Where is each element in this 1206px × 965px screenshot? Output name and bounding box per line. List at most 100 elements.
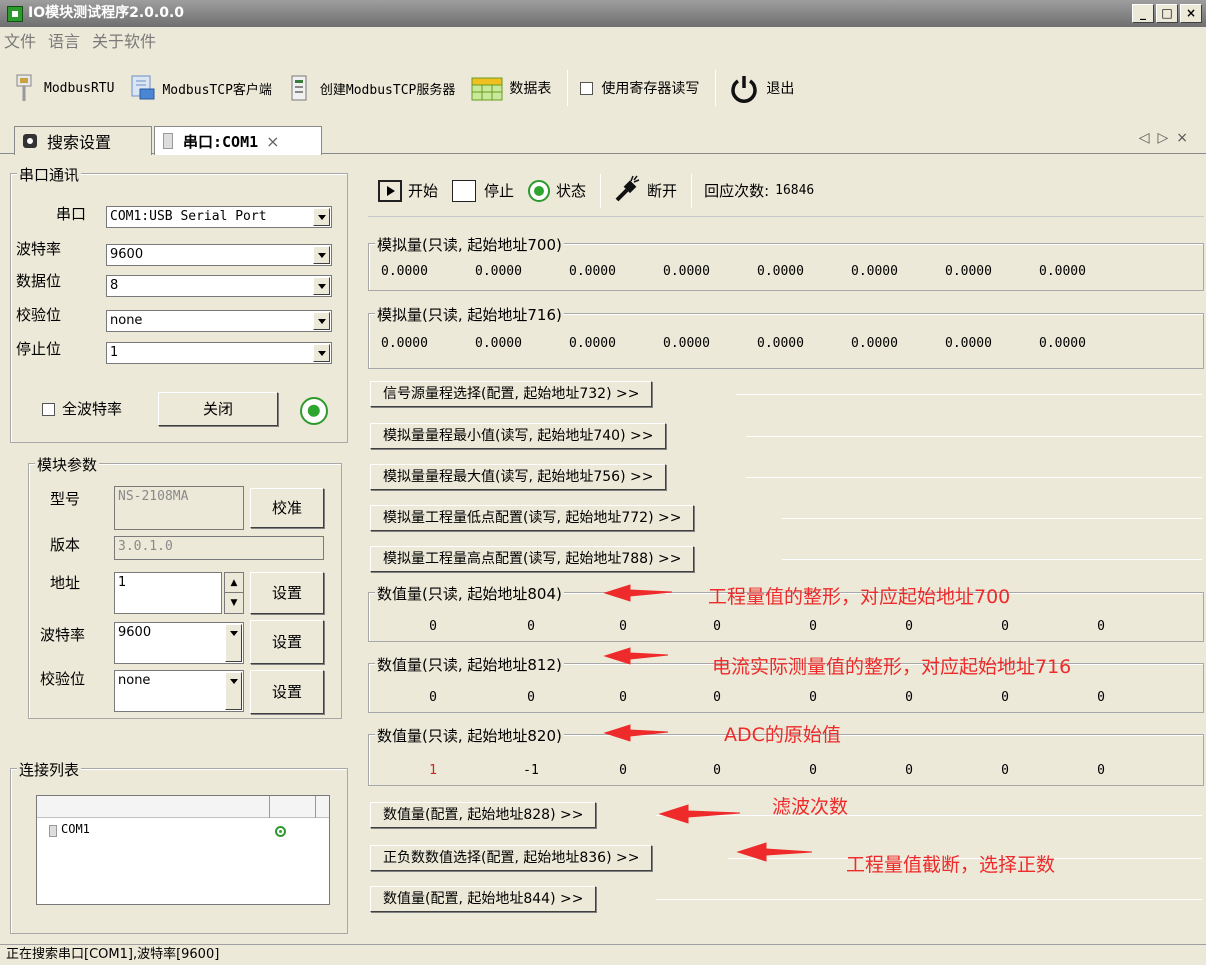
expander-eng-low[interactable]: 模拟量工程量低点配置(读写, 起始地址772) >> [370,505,695,531]
title-bar: IO模块测试程序2.0.0.0 _ □ × [0,0,1206,27]
expander-divider [656,815,1202,816]
menu-file[interactable]: 文件 [4,28,36,52]
close-port-button[interactable]: 关闭 [158,392,278,426]
stop-bits-select[interactable]: 1 [106,342,332,364]
play-icon [378,179,402,202]
menu-language[interactable]: 语言 [48,28,80,52]
list-item[interactable]: COM1 [37,818,329,842]
set-parity-button[interactable]: 设置 [250,670,324,714]
power-icon [728,73,760,103]
toolbar-separator [691,173,693,208]
module-baud-label: 波特率 [40,626,86,644]
set-baud-button[interactable]: 设置 [250,620,324,664]
status-radio-icon [528,179,551,202]
close-tab-icon[interactable]: × [266,132,279,151]
exit-button[interactable]: 退出 [728,73,794,103]
expander-divider [746,477,1202,478]
chevron-down-icon[interactable]: ▼ [225,593,243,613]
disconnect-button[interactable]: 断开 [613,174,677,208]
annotation-filter-count: 滤波次数 [772,796,849,818]
port-select[interactable]: COM1:USB Serial Port [106,206,332,228]
connected-status-icon [275,826,286,837]
module-parity-label: 校验位 [40,670,86,688]
menu-about[interactable]: 关于软件 [92,28,156,52]
chevron-down-icon [313,344,330,362]
serial-plug-icon [12,73,38,103]
toolbar: ModbusRTU ModbusTCP客户端 创建ModbusTCP服务器 数据… [0,56,1206,120]
address-input[interactable]: 1 [114,572,222,614]
chevron-down-icon [225,624,242,662]
model-label: 型号 [50,490,81,508]
window-title: IO模块测试程序2.0.0.0 [28,5,185,21]
baud-select[interactable]: 9600 [106,244,332,266]
stop-button[interactable]: 停止 [452,179,514,202]
tab-serial-com1[interactable]: 串口:COM1 × [154,126,322,155]
version-field: 3.0.1.0 [114,536,324,560]
serial-plug-icon [163,133,173,149]
maximize-button[interactable]: □ [1156,4,1178,23]
analog-values-716: 0.0000 0.0000 0.0000 0.0000 0.0000 0.0000 0.00… [381,336,1086,351]
control-bar: 开始 停止 状态 断开 回应次数: 16846 [368,165,1204,217]
version-label: 版本 [50,536,81,554]
table-grid-icon [471,73,503,103]
modbus-rtu-button[interactable]: ModbusRTU [12,73,114,103]
annotation-adc-raw: ADC的原始值 [724,724,841,746]
column-divider [269,796,270,818]
expander-divider [782,559,1202,560]
annotation-eng-int: 工程量值的整形，对应起始地址700 [708,586,1011,608]
chevron-down-icon [313,312,330,330]
parity-select[interactable]: none [106,310,332,332]
close-window-button[interactable]: × [1180,4,1202,23]
expander-range-min[interactable]: 模拟量量程最小值(读写, 起始地址740) >> [370,423,667,449]
address-label: 地址 [50,574,81,592]
address-stepper[interactable]: ▲ ▼ [224,572,244,614]
analog-group-716: 模拟量(只读, 起始地址716) 0.0000 0.0000 0.0000 0.000… [368,304,1204,369]
expander-eng-high[interactable]: 模拟量工程量高点配置(读写, 起始地址788) >> [370,546,695,572]
tab-nav-arrows[interactable]: ◁▷× [1139,130,1196,146]
data-bits-select[interactable]: 8 [106,275,332,297]
stop-bits-label: 停止位 [16,340,62,358]
response-count: 回应次数: 16846 [704,182,815,200]
data-table-button[interactable]: 数据表 [471,73,551,103]
all-baud-label: 全波特率 [62,400,123,418]
connection-list[interactable]: COM1 [36,795,330,905]
expander-range-max[interactable]: 模拟量量程最大值(读写, 起始地址756) >> [370,464,667,490]
annotation-current-int: 电流实际测量值的整形，对应起始地址716 [712,656,1072,678]
arrow-icon [603,647,669,665]
status-indicator: 状态 [528,179,586,202]
analog-values-700: 0.0000 0.0000 0.0000 0.0000 0.0000 0.0000 0.00… [381,264,1086,279]
parity-label: 校验位 [16,306,62,324]
chevron-up-icon[interactable]: ▲ [225,573,243,593]
chevron-down-icon [313,277,330,295]
toolbar-separator [600,173,602,208]
column-divider [315,796,316,818]
module-parity-select[interactable]: none [114,670,244,712]
arrow-icon [658,804,741,824]
set-address-button[interactable]: 设置 [250,572,324,614]
model-field: NS-2108MA [114,486,244,530]
app-icon [7,6,23,22]
status-text: 正在搜索串口[COM1],波特率[9600] [6,947,220,962]
expander-divider [782,518,1202,519]
network-computer-icon [130,73,156,103]
use-register-checkbox[interactable]: 使用寄存器读写 [580,78,699,98]
serial-plug-icon [49,825,57,837]
start-button[interactable]: 开始 [378,179,438,202]
analog-group-700: 模拟量(只读, 起始地址700) 0.0000 0.0000 0.0000 0.000… [368,234,1204,291]
expander-844[interactable]: 数值量(配置, 起始地址844) >> [370,886,597,912]
expander-sign-select[interactable]: 正负数数值选择(配置, 起始地址836) >> [370,845,653,871]
create-tcp-server-button[interactable]: 创建ModbusTCP服务器 [288,73,455,103]
chevron-down-icon [313,246,330,264]
minimize-button[interactable]: _ [1132,4,1154,23]
checkbox-box[interactable] [580,81,594,95]
module-baud-select[interactable]: 9600 [114,622,244,664]
data-bits-label: 数据位 [16,272,62,290]
menu-bar: 文件 语言 关于软件 [0,27,1206,53]
modbus-tcp-client-button[interactable]: ModbusTCP客户端 [130,73,272,103]
calibrate-button[interactable]: 校准 [250,488,324,528]
toolbar-separator [567,70,569,106]
tab-search-settings[interactable]: 搜索设置 [14,126,152,155]
expander-signal-range[interactable]: 信号源量程选择(配置, 起始地址732) >> [370,381,653,407]
all-baud-checkbox[interactable] [42,403,55,416]
expander-filter-count[interactable]: 数值量(配置, 起始地址828) >> [370,802,597,828]
